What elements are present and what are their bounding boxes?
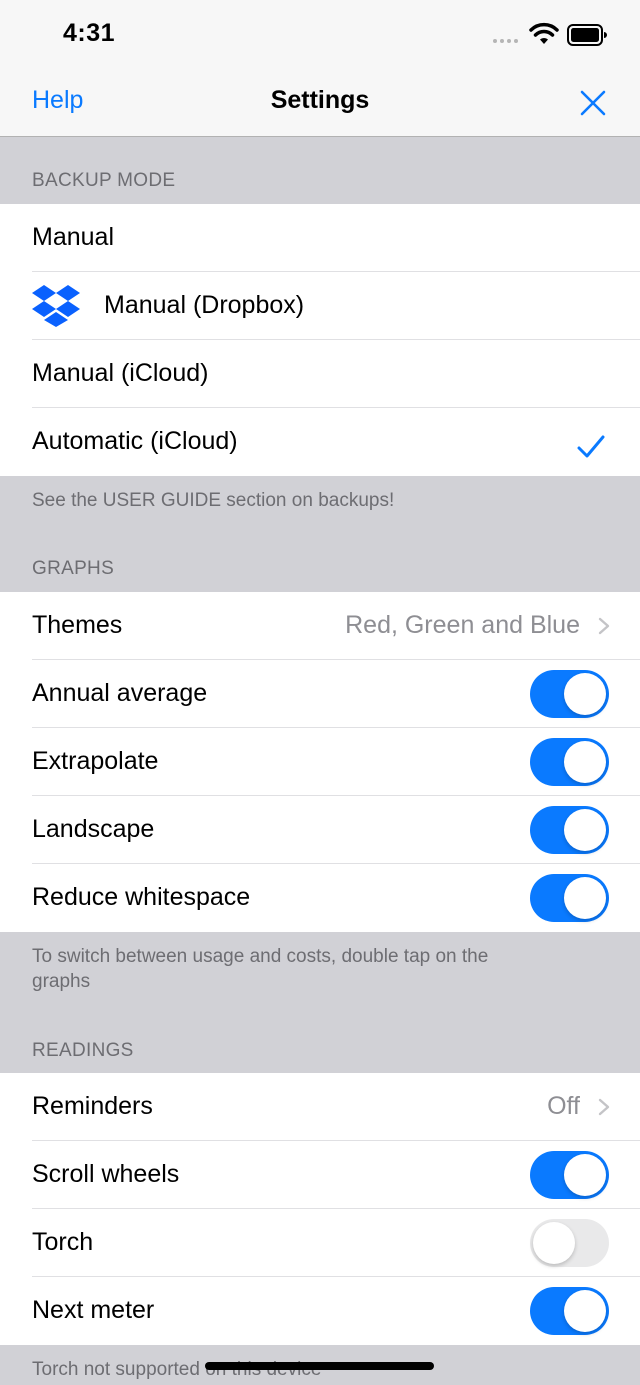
home-indicator[interactable] <box>205 1362 434 1370</box>
backup-option-automatic-icloud[interactable]: Automatic (iCloud) <box>0 408 640 476</box>
row-label: Torch <box>32 1228 94 1256</box>
scroll-wheels-toggle[interactable] <box>530 1151 609 1199</box>
cellular-signal-icon <box>493 39 518 43</box>
backup-option-manual-icloud[interactable]: Manual (iCloud) <box>0 340 640 408</box>
row-label: Extrapolate <box>32 747 159 775</box>
landscape-row: Landscape <box>0 796 640 864</box>
reminders-row[interactable]: Reminders Off <box>0 1073 640 1141</box>
dropbox-icon <box>32 285 80 327</box>
row-label: Manual (Dropbox) <box>104 291 305 319</box>
annual-average-row: Annual average <box>0 660 640 728</box>
landscape-toggle[interactable] <box>530 806 609 854</box>
chevron-right-icon <box>598 617 610 635</box>
status-bar: 4:31 <box>0 0 640 70</box>
scroll-wheels-row: Scroll wheels <box>0 1141 640 1209</box>
chevron-right-icon <box>598 1098 610 1116</box>
torch-toggle[interactable] <box>530 1219 609 1267</box>
graphs-group: Themes Red, Green and Blue Annual averag… <box>0 592 640 932</box>
close-icon[interactable] <box>578 88 608 118</box>
backup-mode-header: BACKUP MODE <box>32 170 176 191</box>
readings-group: Reminders Off Scroll wheels Torch Next m… <box>0 1073 640 1345</box>
next-meter-toggle[interactable] <box>530 1287 609 1335</box>
row-label: Next meter <box>32 1296 155 1324</box>
extrapolate-toggle[interactable] <box>530 738 609 786</box>
next-meter-row: Next meter <box>0 1277 640 1345</box>
row-label: Reduce whitespace <box>32 883 251 911</box>
row-label: Scroll wheels <box>32 1160 180 1188</box>
torch-row: Torch <box>0 1209 640 1277</box>
status-time: 4:31 <box>63 19 116 47</box>
row-label: Manual (iCloud) <box>32 359 209 387</box>
row-label: Landscape <box>32 815 155 843</box>
backup-option-manual-dropbox[interactable]: Manual (Dropbox) <box>0 272 640 340</box>
battery-icon <box>567 24 607 46</box>
navigation-bar: Help Settings <box>0 70 640 137</box>
reduce-whitespace-row: Reduce whitespace <box>0 864 640 932</box>
backup-mode-footer: See the USER GUIDE section on backups! <box>32 490 395 511</box>
readings-header: READINGS <box>32 1040 134 1061</box>
row-label: Themes <box>32 611 123 639</box>
annual-average-toggle[interactable] <box>530 670 609 718</box>
row-label: Automatic (iCloud) <box>32 427 238 455</box>
backup-option-manual[interactable]: Manual <box>0 204 640 272</box>
checkmark-icon <box>577 435 605 458</box>
reduce-whitespace-toggle[interactable] <box>530 874 609 922</box>
graphs-footer: To switch between usage and costs, doubl… <box>32 946 489 992</box>
row-label: Reminders <box>32 1092 153 1120</box>
row-label: Manual <box>32 223 114 251</box>
wifi-icon <box>529 22 559 44</box>
page-title: Settings <box>270 86 370 114</box>
themes-row[interactable]: Themes Red, Green and Blue <box>0 592 640 660</box>
themes-value: Red, Green and Blue <box>345 611 580 639</box>
row-label: Annual average <box>32 679 208 707</box>
graphs-header: GRAPHS <box>32 558 115 579</box>
backup-mode-group: Manual Manual (Dropbox) Manual (iCloud) … <box>0 204 640 476</box>
reminders-value: Off <box>547 1092 580 1120</box>
extrapolate-row: Extrapolate <box>0 728 640 796</box>
